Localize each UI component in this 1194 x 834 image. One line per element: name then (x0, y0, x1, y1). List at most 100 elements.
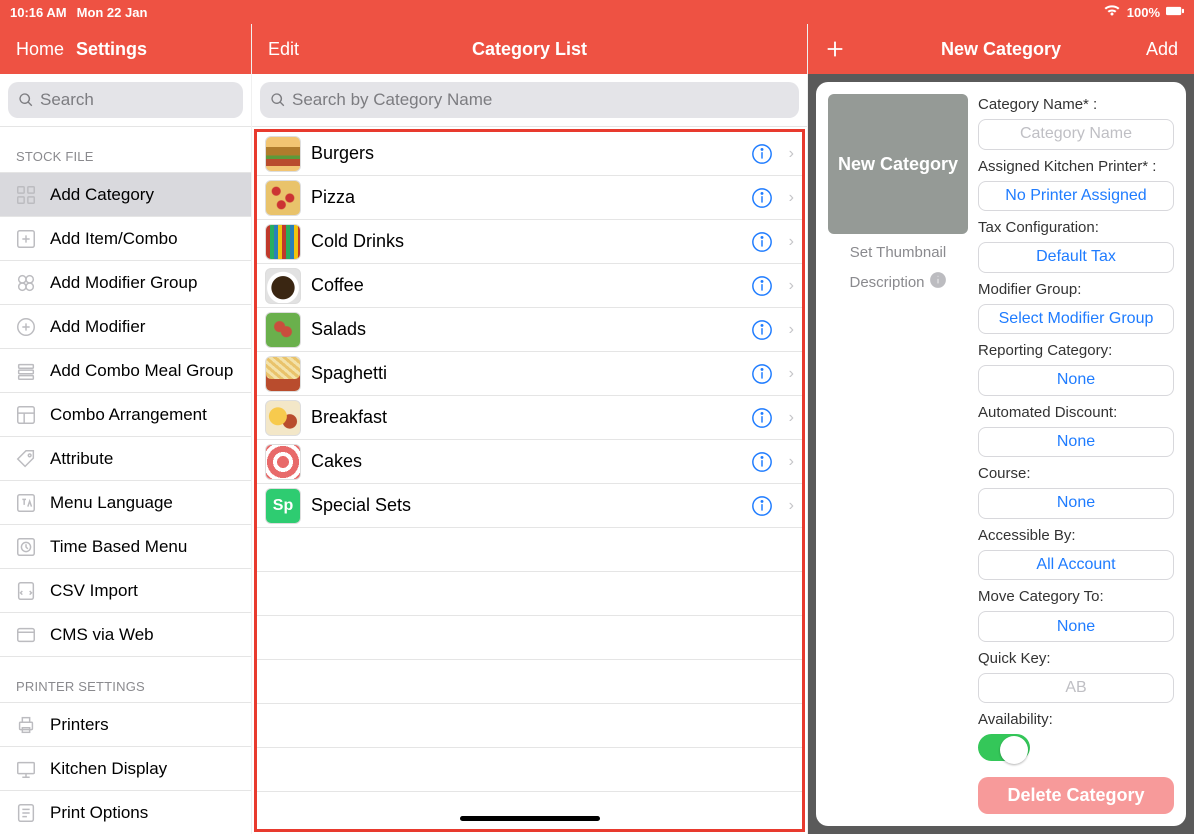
label-tax: Tax Configuration: (978, 219, 1174, 236)
sidebar-item-printers[interactable]: Printers (0, 703, 251, 747)
info-icon[interactable] (751, 275, 773, 297)
sidebar-item-print-options[interactable]: Print Options (0, 791, 251, 834)
plus-circle-icon (14, 315, 38, 339)
category-list-title: Category List (252, 39, 807, 60)
sidebar-search-input[interactable]: Search (8, 82, 243, 118)
category-thumbnail (265, 400, 301, 436)
category-row-special-sets[interactable]: SpSpecial Sets› (257, 484, 802, 528)
sidebar-item-add-combo-meal-group[interactable]: Add Combo Meal Group (0, 349, 251, 393)
category-row-cold-drinks[interactable]: Cold Drinks › (257, 220, 802, 264)
info-icon[interactable] (751, 319, 773, 341)
sidebar-item-time-based-menu[interactable]: Time Based Menu (0, 525, 251, 569)
info-icon[interactable] (751, 187, 773, 209)
sidebar-item-label: Print Options (50, 803, 148, 823)
move-select[interactable]: None (978, 611, 1174, 642)
category-row-cakes[interactable]: Cakes› (257, 440, 802, 484)
category-search-input[interactable]: Search by Category Name (260, 82, 799, 118)
category-label: Spaghetti (311, 363, 387, 384)
info-icon[interactable] (751, 363, 773, 385)
thumbnail-box[interactable]: New Category (828, 94, 968, 234)
sidebar-item-add-item-combo[interactable]: Add Item/Combo (0, 217, 251, 261)
sidebar-item-label: Add Modifier Group (50, 273, 197, 293)
home-indicator (460, 816, 600, 821)
reporting-select[interactable]: None (978, 365, 1174, 396)
search-icon (270, 92, 286, 108)
sidebar-item-combo-arrangement[interactable]: Combo Arrangement (0, 393, 251, 437)
new-category-column: New Category Add New Category Set Thumbn… (808, 24, 1194, 834)
availability-toggle[interactable] (978, 734, 1030, 761)
sidebar-item-label: Add Combo Meal Group (50, 361, 233, 381)
empty-row (257, 704, 802, 748)
category-thumbnail (265, 224, 301, 260)
add-button[interactable]: Add (1146, 39, 1178, 60)
category-row-pizza[interactable]: Pizza› (257, 176, 802, 220)
sidebar-item-menu-language[interactable]: Menu Language (0, 481, 251, 525)
battery-icon (1166, 5, 1184, 20)
battery-percent: 100% (1127, 5, 1160, 20)
chevron-right-icon: › (789, 365, 794, 383)
sidebar-item-cms-via-web[interactable]: CMS via Web (0, 613, 251, 657)
category-label: Salads (311, 319, 366, 340)
label-quickkey: Quick Key: (978, 650, 1174, 667)
empty-row (257, 616, 802, 660)
info-icon[interactable] (751, 407, 773, 429)
add-icon[interactable] (824, 38, 846, 60)
wifi-icon (1103, 5, 1121, 20)
sidebar-item-add-modifier-group[interactable]: Add Modifier Group (0, 261, 251, 305)
chevron-right-icon: › (789, 233, 794, 251)
quickkey-input[interactable]: AB (978, 673, 1174, 704)
status-bar: 10:16 AM Mon 22 Jan 100% (0, 0, 1194, 24)
accessible-select[interactable]: All Account (978, 550, 1174, 581)
clock-icon (14, 535, 38, 559)
lang-icon (14, 491, 38, 515)
discount-select[interactable]: None (978, 427, 1174, 458)
category-thumbnail: Sp (265, 488, 301, 524)
delete-category-button[interactable]: Delete Category (978, 777, 1174, 814)
category-name-input[interactable]: Category Name (978, 119, 1174, 150)
modifier-select[interactable]: Select Modifier Group (978, 304, 1174, 335)
course-select[interactable]: None (978, 488, 1174, 519)
category-row-breakfast[interactable]: Breakfast › (257, 396, 802, 440)
display-icon (14, 757, 38, 781)
chevron-right-icon: › (789, 409, 794, 427)
chevron-right-icon: › (789, 321, 794, 339)
sidebar-item-add-modifier[interactable]: Add Modifier (0, 305, 251, 349)
sidebar-search-placeholder: Search (40, 90, 94, 110)
tax-select[interactable]: Default Tax (978, 242, 1174, 273)
category-row-spaghetti[interactable]: Spaghetti › (257, 352, 802, 396)
category-thumbnail (265, 180, 301, 216)
status-date: Mon 22 Jan (77, 5, 148, 20)
status-time: 10:16 AM (10, 5, 67, 20)
category-label: Coffee (311, 275, 364, 296)
label-availability: Availability: (978, 711, 1174, 728)
description-label[interactable]: Description (849, 271, 946, 293)
info-icon[interactable] (751, 451, 773, 473)
options-icon (14, 801, 38, 825)
category-row-salads[interactable]: Salads › (257, 308, 802, 352)
sidebar-item-csv-import[interactable]: CSV Import (0, 569, 251, 613)
plus-square-icon (14, 227, 38, 251)
tag-icon (14, 447, 38, 471)
category-label: Breakfast (311, 407, 387, 428)
sidebar-item-kitchen-display[interactable]: Kitchen Display (0, 747, 251, 791)
web-icon (14, 623, 38, 647)
new-category-title: New Category (808, 39, 1194, 60)
chevron-right-icon: › (789, 189, 794, 207)
label-category-name: Category Name* : (978, 96, 1174, 113)
category-label: Special Sets (311, 495, 411, 516)
label-move: Move Category To: (978, 588, 1174, 605)
printer-select[interactable]: No Printer Assigned (978, 181, 1174, 212)
category-list: Burgers›Pizza›Cold Drinks›Coffee›Salads›… (254, 129, 805, 832)
sidebar-item-add-category[interactable]: Add Category (0, 173, 251, 217)
grid-icon (14, 183, 38, 207)
category-row-burgers[interactable]: Burgers› (257, 132, 802, 176)
edit-button[interactable]: Edit (268, 39, 299, 60)
sidebar-item-attribute[interactable]: Attribute (0, 437, 251, 481)
info-icon[interactable] (751, 143, 773, 165)
category-label: Cold Drinks (311, 231, 404, 252)
info-icon[interactable] (751, 231, 773, 253)
category-row-coffee[interactable]: Coffee› (257, 264, 802, 308)
home-link[interactable]: Home (16, 39, 64, 60)
info-icon[interactable] (751, 495, 773, 517)
right-nav: New Category Add (808, 24, 1194, 74)
